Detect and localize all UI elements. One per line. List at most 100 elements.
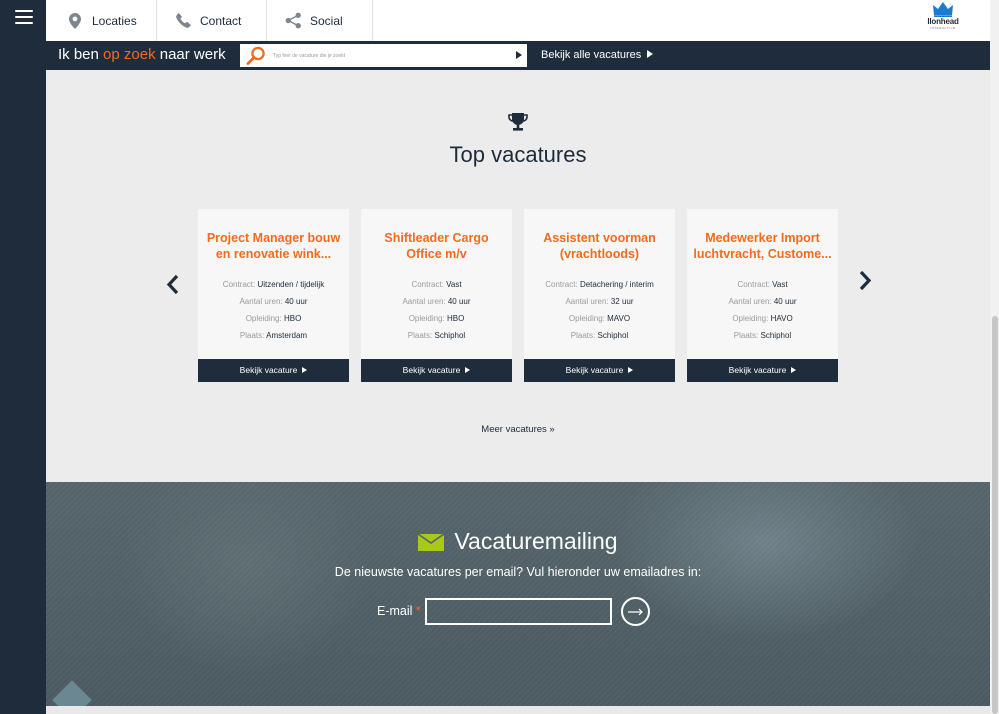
detail-contract: Contract: Vast <box>687 276 838 293</box>
play-arrow-icon <box>302 367 308 373</box>
decorative-shape <box>52 680 92 706</box>
logo-subtext: INTERACTIVE <box>930 26 956 30</box>
detail-hours: Aantal uren: 40 uur <box>361 293 512 310</box>
scrollbar-thumb[interactable] <box>992 316 998 714</box>
search-box <box>240 44 527 67</box>
nav-item-social[interactable]: Social <box>267 0 373 41</box>
vacancy-card: Project Manager bouw en renovatie wink..… <box>198 209 349 359</box>
play-arrow-icon <box>465 367 471 373</box>
crown-icon <box>933 2 953 17</box>
vacancy-title[interactable]: Medewerker Import luchtvracht, Custome..… <box>693 230 832 262</box>
detail-label: Plaats: <box>407 331 433 340</box>
search-heading-pre: Ik ben <box>58 46 104 63</box>
search-input[interactable] <box>273 44 505 67</box>
search-icon <box>246 46 265 65</box>
detail-label: Contract: <box>737 280 770 289</box>
detail-place: Plaats: Schiphol <box>687 327 838 344</box>
vacancy-details: Contract: Uitzenden / tijdelijk Aantal u… <box>198 276 349 344</box>
detail-value: Schiphol <box>434 331 466 340</box>
location-pin-icon <box>66 12 84 30</box>
detail-label: Aantal uren: <box>402 297 446 306</box>
detail-education: Opleiding: HBO <box>361 310 512 327</box>
top-navigation: Locaties Contact Social llonhead INTERAC… <box>46 0 990 41</box>
sidebar <box>0 0 46 714</box>
detail-contract: Contract: Detachering / interim <box>524 276 675 293</box>
vacancy-title[interactable]: Assistent voorman (vrachtloods) <box>530 230 669 262</box>
detail-value: 40 uur <box>284 297 308 306</box>
search-bar: Ik ben op zoek naar werk Bekijk alle vac… <box>46 41 990 70</box>
view-vacancy-label: Bekijk vacature <box>728 365 787 375</box>
logo[interactable]: llonhead INTERACTIVE <box>921 2 965 38</box>
search-heading-post: naar werk <box>155 46 226 63</box>
detail-label: Plaats: <box>570 331 596 340</box>
detail-value: Detachering / interim <box>579 280 654 289</box>
detail-label: Plaats: <box>239 331 265 340</box>
email-label: E-mail * <box>377 604 421 618</box>
view-all-vacancies-label: Bekijk alle vacatures <box>541 49 642 61</box>
search-submit-icon[interactable] <box>516 51 522 59</box>
vacancy-card: Medewerker Import luchtvracht, Custome..… <box>687 209 838 359</box>
detail-value: HBO <box>446 314 465 323</box>
newsletter-subtitle: De nieuwste vacatures per email? Vul hie… <box>334 565 702 579</box>
mail-icon <box>418 534 445 551</box>
more-vacancies-link[interactable]: Meer vacatures » <box>46 424 990 435</box>
detail-value: 40 uur <box>447 297 471 306</box>
vacancy-details: Contract: Detachering / interim Aantal u… <box>524 276 675 344</box>
vacancy-card: Shiftleader Cargo Office m/v Contract: V… <box>361 209 512 359</box>
detail-hours: Aantal uren: 40 uur <box>198 293 349 310</box>
detail-value: 32 uur <box>610 297 634 306</box>
vacancy-title[interactable]: Project Manager bouw en renovatie wink..… <box>204 230 343 262</box>
page-bottom-strip <box>46 706 990 714</box>
play-arrow-icon <box>791 367 797 373</box>
detail-label: Aantal uren: <box>239 297 283 306</box>
vacancy-mailing-section: Vacaturemailing De nieuwste vacatures pe… <box>46 482 990 706</box>
chevron-left-icon[interactable] <box>166 274 180 295</box>
search-heading-accent: op zoek <box>103 46 156 63</box>
menu-icon[interactable] <box>15 10 33 24</box>
detail-place: Plaats: Schiphol <box>524 327 675 344</box>
share-icon <box>284 12 302 30</box>
newsletter-title-text: Vacaturemailing <box>454 528 618 554</box>
view-vacancy-button[interactable]: Bekijk vacature <box>198 359 349 382</box>
nav-contact-label: Contact <box>200 13 242 28</box>
detail-value: 40 uur <box>773 297 797 306</box>
nav-locaties-label: Locaties <box>92 13 137 28</box>
vacancy-details: Contract: Vast Aantal uren: 40 uur Oplei… <box>687 276 838 344</box>
detail-label: Contract: <box>545 280 578 289</box>
detail-label: Aantal uren: <box>565 297 609 306</box>
search-heading: Ik ben op zoek naar werk <box>58 46 226 63</box>
detail-value: Vast <box>772 280 788 289</box>
view-vacancy-button[interactable]: Bekijk vacature <box>687 359 838 382</box>
detail-value: HBO <box>283 314 302 323</box>
section-title: Top vacatures <box>449 142 587 167</box>
detail-value: Schiphol <box>760 331 792 340</box>
view-vacancy-button[interactable]: Bekijk vacature <box>524 359 675 382</box>
detail-label: Opleiding: <box>732 314 769 323</box>
detail-education: Opleiding: HBO <box>198 310 349 327</box>
detail-contract: Contract: Vast <box>361 276 512 293</box>
detail-contract: Contract: Uitzenden / tijdelijk <box>198 276 349 293</box>
detail-label: Contract: <box>222 280 256 289</box>
detail-value: Uitzenden / tijdelijk <box>257 280 325 289</box>
view-vacancy-button[interactable]: Bekijk vacature <box>361 359 512 382</box>
required-mark: * <box>415 604 421 618</box>
detail-label: Aantal uren: <box>728 297 772 306</box>
vacancy-title[interactable]: Shiftleader Cargo Office m/v <box>367 230 506 262</box>
detail-education: Opleiding: MAVO <box>524 310 675 327</box>
detail-education: Opleiding: HAVO <box>687 310 838 327</box>
detail-hours: Aantal uren: 40 uur <box>687 293 838 310</box>
play-arrow-icon <box>628 367 634 373</box>
detail-value: Vast <box>446 280 462 289</box>
view-all-vacancies-link[interactable]: Bekijk alle vacatures <box>541 49 654 61</box>
email-submit-button[interactable] <box>621 597 650 626</box>
email-field[interactable] <box>425 598 612 625</box>
detail-label: Opleiding: <box>408 314 445 323</box>
detail-label: Opleiding: <box>568 314 605 323</box>
chevron-right-icon[interactable] <box>858 270 872 291</box>
nav-item-contact[interactable]: Contact <box>157 0 267 41</box>
detail-value: HAVO <box>770 314 793 323</box>
view-vacancy-label: Bekijk vacature <box>565 365 624 375</box>
email-label-text: E-mail <box>377 604 413 618</box>
nav-item-locaties[interactable]: Locaties <box>46 0 157 41</box>
scrollbar[interactable] <box>990 0 999 714</box>
